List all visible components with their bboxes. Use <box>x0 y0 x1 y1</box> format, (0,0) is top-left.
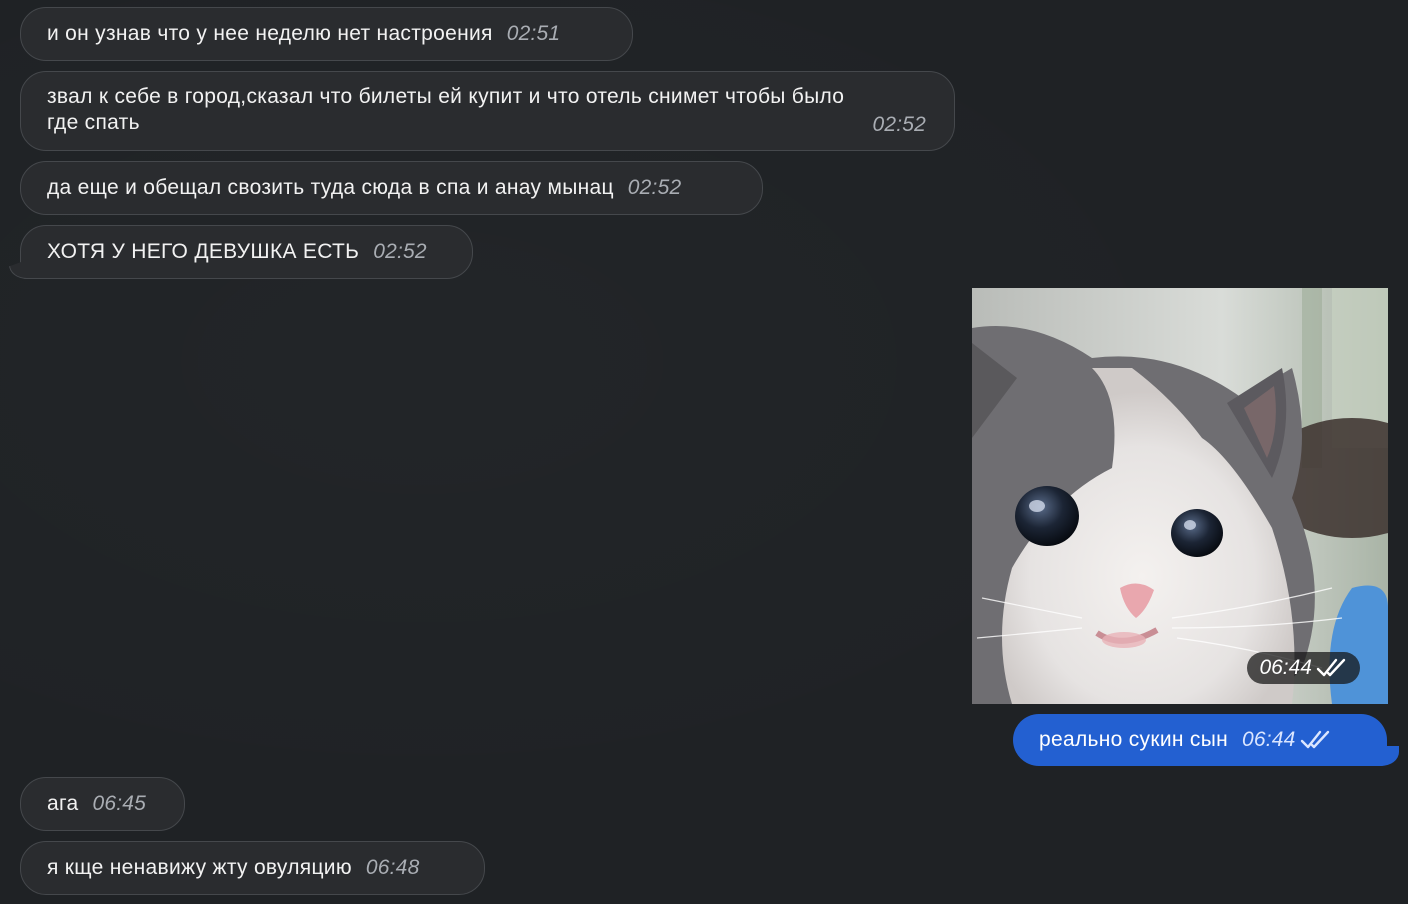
incoming-message[interactable]: ХОТЯ У НЕГО ДЕВУШКА ЕСТЬ 02:52 <box>9 225 473 279</box>
incoming-message[interactable]: звал к себе в город,сказал что билеты ей… <box>20 71 955 151</box>
message-text-line-1: звал к себе в город,сказал что билеты ей… <box>47 85 845 108</box>
message-time: 06:45 <box>92 792 147 815</box>
message-text: и он узнав что у нее неделю нет настроен… <box>47 22 493 45</box>
photo-time-badge: 06:44 <box>1247 652 1360 684</box>
message-time: 06:44 <box>1259 656 1312 679</box>
bubble-tail <box>1375 746 1399 766</box>
message-text: ХОТЯ У НЕГО ДЕВУШКА ЕСТЬ <box>47 240 360 263</box>
message-text: ага <box>47 792 79 815</box>
message-time: 06:48 <box>365 856 420 879</box>
incoming-message[interactable]: я кще ненавижу жту овуляцию 06:48 <box>20 841 485 895</box>
double-check-icon <box>1316 658 1346 677</box>
chat-area: и он узнав что у нее неделю нет настроен… <box>0 0 1408 904</box>
incoming-message[interactable]: да еще и обещал свозить туда сюда в спа … <box>20 161 763 215</box>
message-text: реально сукин сын <box>1039 728 1228 751</box>
message-text: я кще ненавижу жту овуляцию <box>47 856 352 879</box>
message-time: 06:44 <box>1241 728 1296 751</box>
message-time: 02:52 <box>627 176 682 199</box>
message-time: 02:51 <box>506 22 561 45</box>
photo-message[interactable]: 06:44 <box>972 288 1388 704</box>
incoming-message[interactable]: ага 06:45 <box>20 777 185 831</box>
message-time: 02:52 <box>373 240 427 263</box>
incoming-message[interactable]: и он узнав что у нее неделю нет настроен… <box>20 7 633 61</box>
outgoing-message[interactable]: реально сукин сын 06:44 <box>1013 714 1399 766</box>
double-check-icon <box>1300 730 1329 749</box>
message-text: да еще и обещал свозить туда сюда в спа … <box>47 176 614 199</box>
kitten-photo-icon <box>972 288 1388 704</box>
message-text-line-2: где спать <box>47 111 140 134</box>
message-time: 02:52 <box>872 113 926 136</box>
